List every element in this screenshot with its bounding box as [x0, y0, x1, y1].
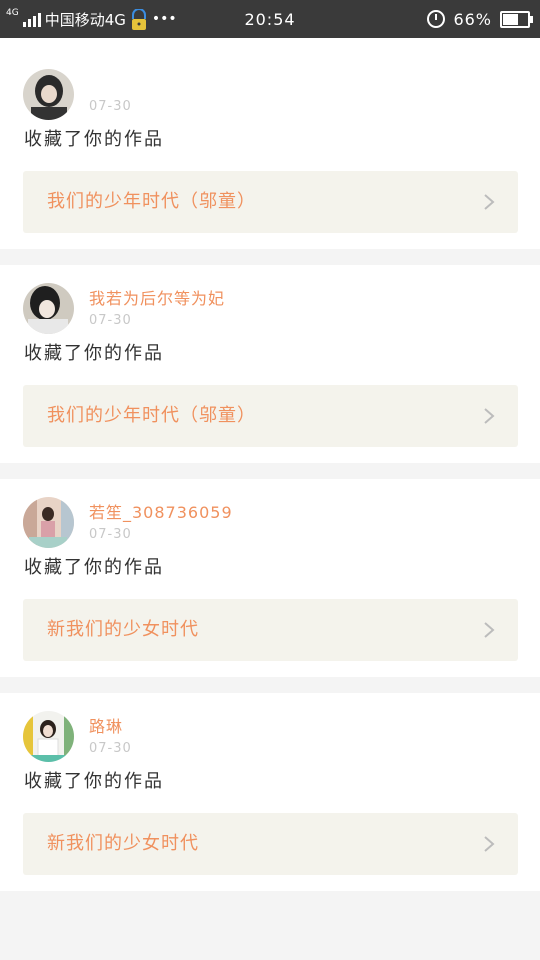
notification-card: 07-30 收藏了你的作品 我们的少年时代（邬童） — [0, 51, 540, 249]
user-name[interactable]: 我若为后尔等为妃 — [89, 285, 225, 309]
action-text: 收藏了你的作品 — [24, 557, 164, 578]
notification-date: 07-30 — [89, 741, 132, 756]
chevron-right-icon — [484, 836, 495, 852]
notification-date: 07-30 — [89, 99, 132, 114]
alarm-icon — [427, 10, 446, 28]
chevron-right-icon — [484, 622, 495, 638]
chevron-right-icon — [484, 408, 495, 424]
avatar[interactable] — [23, 497, 74, 548]
user-name[interactable]: 路琳 — [89, 713, 123, 737]
user-row: 路琳 07-30 — [0, 693, 540, 763]
action-text: 收藏了你的作品 — [24, 129, 164, 150]
avatar[interactable] — [23, 283, 74, 334]
work-title: 新我们的少女时代 — [47, 833, 199, 854]
work-link[interactable]: 我们的少年时代（邬童） — [23, 385, 518, 447]
work-title: 我们的少年时代（邬童） — [47, 191, 256, 212]
work-link[interactable]: 新我们的少女时代 — [23, 813, 518, 875]
work-link[interactable]: 我们的少年时代（邬童） — [23, 171, 518, 233]
user-row: 07-30 — [0, 51, 540, 121]
user-row: 我若为后尔等为妃 07-30 — [0, 265, 540, 335]
notification-card: 若笙_308736059 07-30 收藏了你的作品 新我们的少女时代 — [0, 479, 540, 677]
notification-date: 07-30 — [89, 527, 132, 542]
status-right: 66% — [427, 0, 533, 38]
work-title: 我们的少年时代（邬童） — [47, 405, 256, 426]
notification-card: 路琳 07-30 收藏了你的作品 新我们的少女时代 — [0, 693, 540, 891]
work-title: 新我们的少女时代 — [47, 619, 199, 640]
notification-date: 07-30 — [89, 313, 132, 328]
work-link[interactable]: 新我们的少女时代 — [23, 599, 518, 661]
notification-card: 我若为后尔等为妃 07-30 收藏了你的作品 我们的少年时代（邬童） — [0, 265, 540, 463]
user-row: 若笙_308736059 07-30 — [0, 479, 540, 549]
action-text: 收藏了你的作品 — [24, 343, 164, 364]
battery-icon — [500, 10, 533, 28]
notification-list: 07-30 收藏了你的作品 我们的少年时代（邬童） 我若为后尔等为妃 07-30 — [0, 51, 540, 907]
status-bar: 4G 中国移动4G ••• 20:54 66% — [0, 0, 540, 38]
user-name[interactable]: 若笙_308736059 — [89, 499, 233, 523]
battery-percent: 66% — [453, 9, 492, 29]
avatar[interactable] — [23, 69, 74, 120]
avatar[interactable] — [23, 711, 74, 762]
chevron-right-icon — [484, 194, 495, 210]
action-text: 收藏了你的作品 — [24, 771, 164, 792]
